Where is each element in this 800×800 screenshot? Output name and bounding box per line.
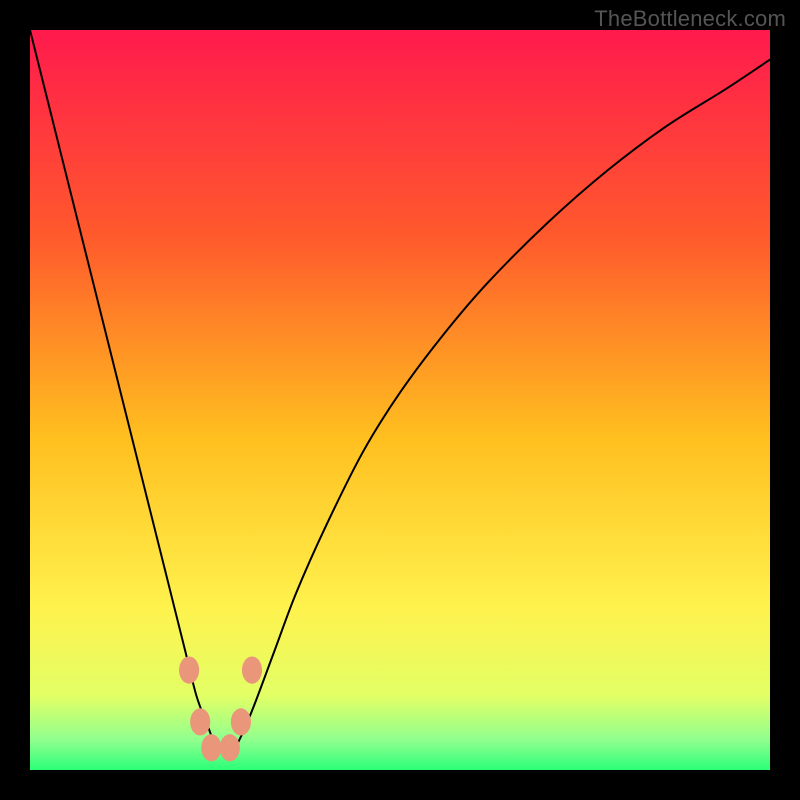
marker-0 — [179, 656, 199, 683]
marker-4 — [231, 708, 251, 735]
marker-3 — [220, 734, 240, 761]
marker-1 — [190, 708, 210, 735]
marker-5 — [242, 656, 262, 683]
chart-background — [30, 30, 770, 770]
chart-frame: TheBottleneck.com — [0, 0, 800, 800]
marker-2 — [201, 734, 221, 761]
plot-area — [30, 30, 770, 770]
chart-svg — [30, 30, 770, 770]
watermark-text: TheBottleneck.com — [594, 6, 786, 32]
